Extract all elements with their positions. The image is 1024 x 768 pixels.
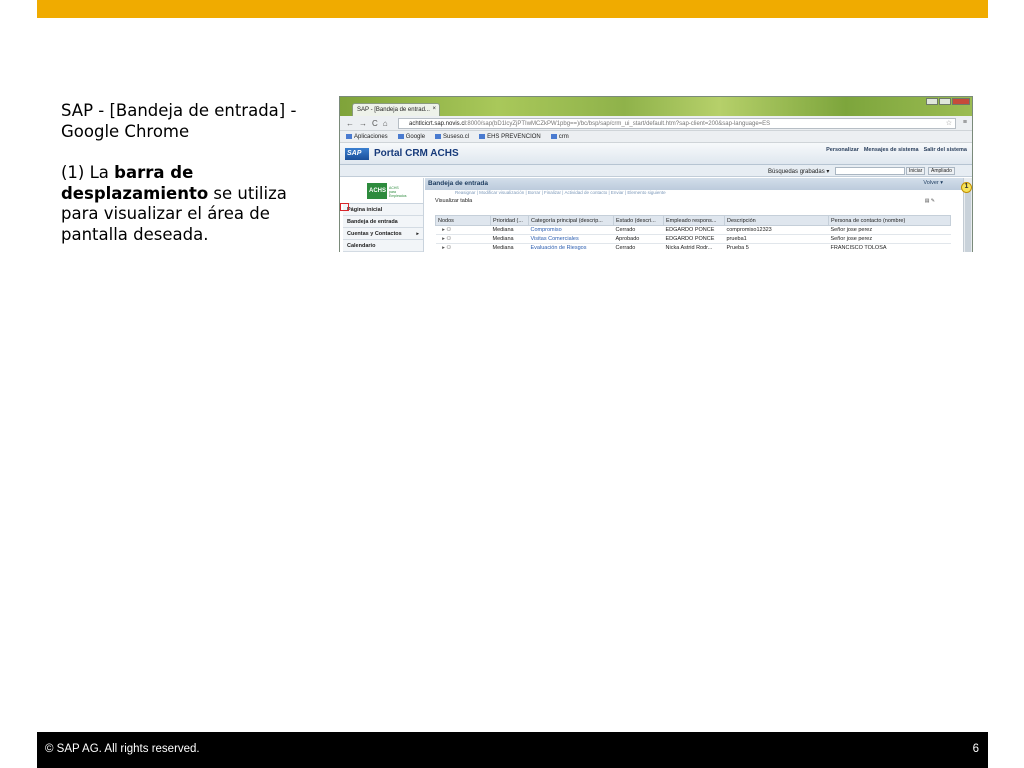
category-link[interactable]: Compromiso (528, 225, 614, 235)
browser-titlebar: SAP - [Bandeja de entrad... × (340, 97, 972, 116)
slide-paragraph: (1) La barra de desplazamiento se utiliz… (61, 163, 316, 245)
col-nodes[interactable]: Nodos (435, 215, 491, 226)
back-icon[interactable]: ← (346, 119, 359, 128)
slide-text: SAP - [Bandeja de entrada] - Google Chro… (61, 101, 316, 245)
table-header-row: Nodos Prioridad (... Categoría principal… (435, 215, 951, 226)
slide-title: SAP - [Bandeja de entrada] - Google Chro… (61, 101, 297, 141)
inbox-header: Bandeja de entrada Volver ▾ (425, 178, 965, 190)
table-tools-icon[interactable]: ▤ ✎ (925, 198, 935, 204)
reload-icon[interactable]: C (372, 119, 383, 128)
category-link[interactable]: Evaluación de Riesgos (528, 243, 614, 252)
bookmarks-bar: Aplicaciones Google Suseso.cl EHS PREVEN… (340, 131, 972, 143)
search-row: Búsquedas grabadas ▾ Iniciar Ampliado (340, 165, 972, 177)
node-expand-icon[interactable]: ▸ ⚇ (435, 234, 491, 244)
system-messages-link[interactable]: Mensajes de sistema (864, 147, 919, 153)
scrollbar-thumb[interactable] (965, 188, 971, 252)
achs-logo-mark: ACHS (367, 183, 387, 199)
table-row[interactable]: ▸ ⚇ Mediana Evaluación de Riesgos Cerrad… (435, 243, 951, 252)
node-expand-icon[interactable]: ▸ ⚇ (435, 243, 491, 252)
address-bar[interactable]: achtlcicrt.sap.novis.cl:8000/sap(bD1lcyZ… (398, 118, 956, 129)
inbox-table: Nodos Prioridad (... Categoría principal… (435, 215, 951, 252)
advanced-search-button[interactable]: Ampliado (928, 167, 955, 175)
inbox-panel: Bandeja de entrada Volver ▾ Reasignar | … (425, 178, 965, 252)
col-description[interactable]: Descripción (724, 215, 829, 226)
portal-title: Portal CRM ACHS (374, 148, 459, 159)
table-row[interactable]: ▸ ⚇ Mediana Compromiso Cerrado EDGARDO P… (435, 225, 951, 235)
sidebar-item-home[interactable]: Página inicial (343, 204, 423, 216)
suseso-icon (435, 134, 442, 139)
bookmark-item[interactable]: Aplicaciones (346, 134, 388, 140)
col-category[interactable]: Categoría principal (descrip... (528, 215, 614, 226)
accent-top-bar (37, 0, 988, 18)
header-links: Personalizar Mensajes de sistema Salir d… (826, 147, 967, 153)
chrome-menu-icon[interactable]: ≡ (963, 119, 967, 126)
logout-link[interactable]: Salir del sistema (924, 147, 967, 153)
tab-close-icon[interactable]: × (432, 106, 436, 112)
node-expand-icon[interactable]: ▸ ⚇ (435, 225, 491, 235)
footer-copyright: © SAP AG. All rights reserved. (45, 743, 200, 755)
address-row: ←→C⌂ achtlcicrt.sap.novis.cl:8000/sap(bD… (340, 116, 972, 131)
back-button[interactable]: Volver ▾ (923, 180, 943, 186)
table-toolbar: Visualizar tabla ▤ ✎ (425, 197, 965, 207)
table-row[interactable]: ▸ ⚇ Mediana Visitas Comerciales Aprobado… (435, 234, 951, 244)
bookmark-item[interactable]: EHS PREVENCION (479, 134, 541, 140)
portal-header: SAP Portal CRM ACHS Personalizar Mensaje… (340, 143, 972, 165)
col-employee[interactable]: Empleado respons... (663, 215, 725, 226)
saved-searches-dropdown[interactable]: Búsquedas grabadas ▾ (768, 168, 829, 175)
col-contact[interactable]: Persona de contacto (nombre) (828, 215, 951, 226)
sidebar: ACHS ACHS para Empleados Página inicial … (343, 178, 424, 252)
col-priority[interactable]: Prioridad (... (490, 215, 529, 226)
callout-number-badge: 1 (961, 182, 972, 193)
category-link[interactable]: Visitas Comerciales (528, 234, 614, 244)
page-number: 6 (972, 743, 979, 755)
sidebar-item-calendar[interactable]: Calendario (343, 240, 423, 252)
footer: © SAP AG. All rights reserved. 6 (37, 732, 988, 768)
achs-logo: ACHS ACHS para Empleados (343, 178, 423, 204)
bookmark-item[interactable]: Google (397, 134, 425, 140)
url-host: achtlcicrt.sap.novis.cl (409, 121, 466, 127)
view-table-button[interactable]: Visualizar tabla (435, 198, 472, 204)
search-button[interactable]: Iniciar (906, 167, 926, 175)
forward-icon[interactable]: → (359, 119, 372, 128)
chevron-right-icon: ► (415, 231, 420, 236)
sap-logo: SAP (345, 148, 369, 160)
sidebar-item-inbox[interactable]: Bandeja de entrada (343, 216, 423, 228)
google-icon (397, 134, 404, 139)
scrollbar-highlight-box (340, 203, 349, 211)
window-controls (926, 98, 970, 105)
browser-screenshot: SAP - [Bandeja de entrad... × ←→C⌂ achtl… (339, 96, 973, 252)
window-close-icon[interactable] (952, 98, 970, 105)
tab-title: SAP - [Bandeja de entrad... (357, 107, 430, 113)
sidebar-item-accounts[interactable]: Cuentas y Contactos ► (343, 228, 423, 240)
browser-tab[interactable]: SAP - [Bandeja de entrad... × (352, 103, 440, 116)
achs-logo-sub: ACHS para Empleados (389, 186, 407, 198)
para-prefix: (1) La (61, 163, 115, 182)
search-input[interactable] (835, 167, 905, 175)
sap-bookmark-icon (550, 134, 557, 139)
bookmark-item[interactable]: Suseso.cl (435, 134, 469, 140)
url-path: :8000/sap(bD1lcyZjPTIwMCZkPW1pbg==)/bc/b… (465, 121, 771, 127)
nav-buttons: ←→C⌂ (346, 119, 393, 128)
bookmark-star-icon[interactable]: ☆ (946, 119, 952, 127)
personalize-link[interactable]: Personalizar (826, 147, 859, 153)
apps-icon (346, 134, 352, 139)
sap-bookmark-icon (479, 134, 486, 139)
inbox-title: Bandeja de entrada (428, 180, 488, 187)
bookmark-item[interactable]: crm (550, 134, 569, 140)
minimize-icon[interactable] (926, 98, 938, 105)
maximize-icon[interactable] (939, 98, 951, 105)
inbox-action-links[interactable]: Reasignar | Modificar visualización | Bo… (425, 190, 965, 197)
home-icon[interactable]: ⌂ (383, 119, 393, 128)
col-status[interactable]: Estado (descri... (613, 215, 664, 226)
